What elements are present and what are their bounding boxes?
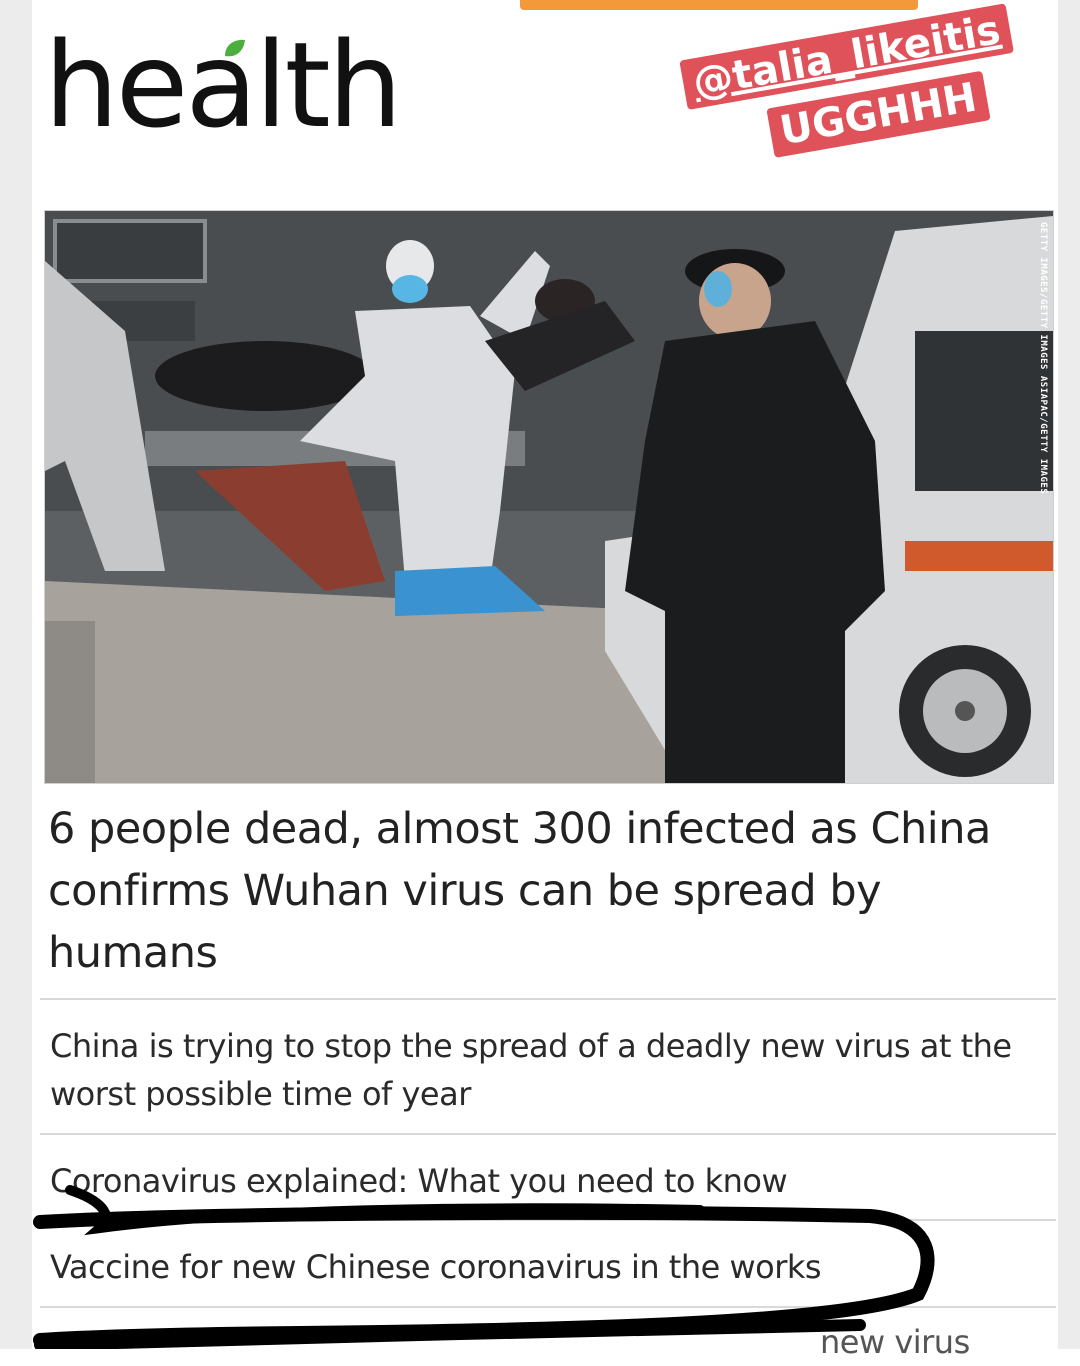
related-story-link-partial[interactable]: new virus [820,1318,1040,1366]
related-story-link[interactable]: Coronavirus explained: What you need to … [50,1157,1050,1205]
related-story-link[interactable]: China is trying to stop the spread of a … [50,1022,1050,1118]
related-story-link[interactable]: Vaccine for new Chinese coronavirus in t… [50,1243,1050,1291]
article-photo[interactable] [44,210,1054,784]
right-margin [1058,0,1080,1349]
divider [40,1219,1056,1221]
photo-credit: GETTY IMAGES/GETTY IMAGES ASIAPAC/GETTY … [1038,222,1048,495]
divider [40,1133,1056,1135]
logo-text: health [44,16,403,154]
divider [40,998,1056,1000]
apple-leaf-icon [225,39,245,57]
top-orange-tab[interactable] [520,0,918,10]
health-logo[interactable]: health [44,10,464,160]
photo-illustration [45,211,1053,783]
divider [40,1306,1056,1308]
article-headline[interactable]: 6 people dead, almost 300 infected as Ch… [48,798,1048,984]
left-margin [0,0,32,1349]
